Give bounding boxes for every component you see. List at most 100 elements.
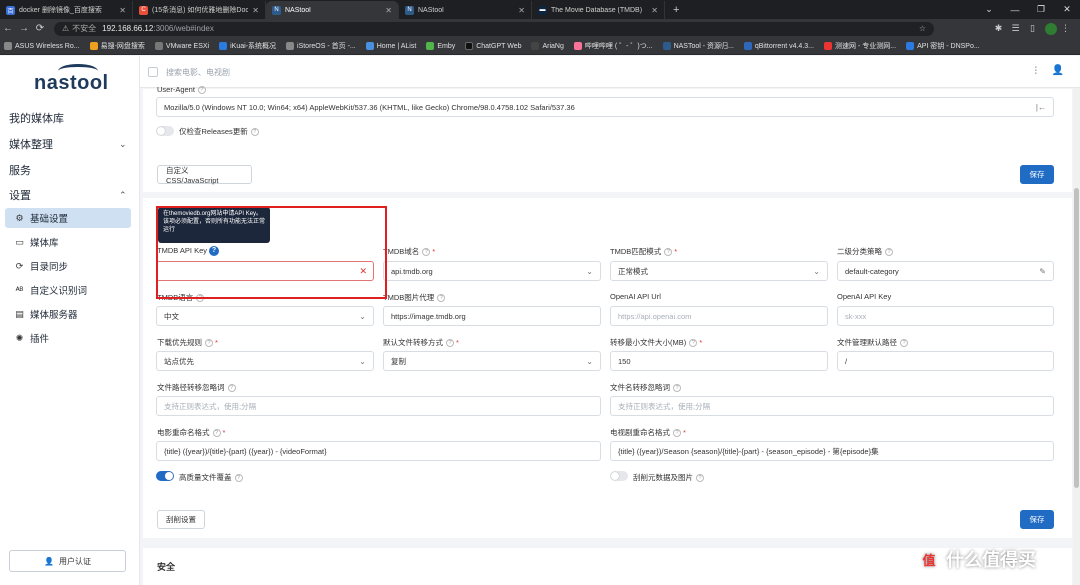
browser-tab[interactable]: ▬ The Movie Database (TMDB) ✕ xyxy=(532,1,665,19)
sidebar-item-label: 目录同步 xyxy=(30,262,69,273)
close-icon[interactable]: ✕ xyxy=(119,6,126,15)
nastool-icon: N xyxy=(405,5,414,15)
file-path-input[interactable]: / xyxy=(837,351,1054,371)
bookmark[interactable]: qBittorrent v4.4.3... xyxy=(743,42,814,50)
minimize-icon[interactable]: — xyxy=(1002,0,1028,19)
sidebar-item-library[interactable]: ▭ 媒体库 xyxy=(5,232,131,252)
reload-icon[interactable]: ⟳ xyxy=(32,23,48,34)
min-size-input[interactable]: 150 xyxy=(610,351,828,371)
bookmark-label: iKuai-系统概况 xyxy=(230,43,277,50)
releases-toggle[interactable] xyxy=(156,126,174,136)
hq-overwrite-toggle[interactable] xyxy=(156,471,174,481)
close-icon[interactable]: ✕ xyxy=(252,6,259,15)
path-ignore-input[interactable]: 支持正则表达式，使用;分隔 xyxy=(156,396,601,416)
menu-icon[interactable]: ⋮ xyxy=(1057,23,1074,35)
maximize-icon[interactable]: ❐ xyxy=(1028,0,1054,19)
star-icon[interactable]: ☆ xyxy=(919,24,926,33)
filter-icon[interactable]: ⫶ xyxy=(1035,66,1038,77)
close-icon[interactable]: ✕ xyxy=(385,6,392,15)
nav-media-manage[interactable]: 媒体整理 ⌄ xyxy=(9,136,134,152)
close-window-icon[interactable]: ✕ xyxy=(1054,0,1080,19)
openai-url-input[interactable]: https://api.openai.com xyxy=(610,306,828,326)
bookmark[interactable]: iStoreOS - 首页 -... xyxy=(286,41,356,51)
url-input[interactable]: ⚠ 不安全 192.168.66.12:3006/web#index ☆ xyxy=(54,21,934,36)
bookmark[interactable]: AriaNg xyxy=(531,42,564,50)
sync-icon: ⟳ xyxy=(15,260,24,271)
scrape-settings-button[interactable]: 刮削设置 xyxy=(157,510,205,529)
sidebar-item-dir-sync[interactable]: ⟳ 目录同步 xyxy=(5,256,131,276)
bookmark[interactable]: Home | AList xyxy=(365,42,416,50)
sidebar-item-custom-words[interactable]: ᴬᴮ 自定义识别词 xyxy=(5,280,131,300)
scrape-meta-toggle[interactable] xyxy=(610,471,628,481)
tmdb-img-input[interactable]: https://image.tmdb.org xyxy=(383,306,601,326)
movie-rename-input[interactable]: {title} ({year})/{title}-{part} ({year})… xyxy=(156,441,601,461)
close-icon[interactable]: ✕ xyxy=(518,6,525,15)
forward-icon[interactable]: → xyxy=(16,23,32,34)
tmdb-lang-select[interactable]: 中文 ⌄ xyxy=(156,306,374,326)
tmdb-domain-select[interactable]: api.tmdb.org ⌄ xyxy=(383,261,601,281)
avatar[interactable] xyxy=(1045,22,1057,35)
bookmark[interactable]: Emby xyxy=(426,42,455,50)
custom-css-button[interactable]: 自定义 CSS/JavaScript xyxy=(157,165,252,185)
logo[interactable]: nastool xyxy=(34,72,109,95)
new-tab-button[interactable]: + xyxy=(665,1,687,19)
bookmark[interactable]: NASTool - 资源归... xyxy=(662,41,734,51)
bookmark[interactable]: 哔哩哔哩 ( ゜- ゜)つ... xyxy=(573,41,653,51)
edit-icon[interactable]: ✎ xyxy=(1039,267,1046,276)
system-settings-card: User-Agent? Mozilla/5.0 (Windows NT 10.0… xyxy=(143,85,1072,192)
browser-tab[interactable]: N NAStool ✕ xyxy=(399,1,532,19)
tmdb-match-select[interactable]: 正常模式 ⌄ xyxy=(610,261,828,281)
watermark: 值什么值得买 xyxy=(918,546,1036,572)
ua-input[interactable]: Mozilla/5.0 (Windows NT 10.0; Win64; x64… xyxy=(156,97,1054,117)
profile-list-icon[interactable]: ☰ xyxy=(1007,23,1024,35)
nav-media-library[interactable]: 我的媒体库 xyxy=(9,110,64,126)
bookmark-icon xyxy=(365,42,374,50)
sidebar-item-media-server[interactable]: ▤ 媒体服务器 xyxy=(5,304,131,324)
bookmark[interactable]: VMware ESXi xyxy=(154,42,209,50)
bookmark-label: 易搜-网盘搜索 xyxy=(100,43,145,50)
search-input[interactable]: 搜索电影、电视剧 xyxy=(148,64,568,80)
tv-rename-input[interactable]: {title} ({year})/Season {season}/{title}… xyxy=(610,441,1054,461)
bookmark[interactable]: iKuai-系统概况 xyxy=(219,41,276,51)
user-icon[interactable]: 👤 xyxy=(1052,65,1064,76)
tab-label: docker 删除镜像_百度搜索 xyxy=(19,7,102,14)
scrollbar-thumb[interactable] xyxy=(1074,188,1079,488)
user-icon: 👤 xyxy=(44,556,54,566)
sidebar-item-plugins[interactable]: ✺ 插件 xyxy=(5,328,131,348)
scrollbar[interactable] xyxy=(1073,88,1080,585)
openai-key-input[interactable]: sk-xxx xyxy=(837,306,1054,326)
download-rule-select[interactable]: 站点优先 ⌄ xyxy=(156,351,374,371)
bookmark[interactable]: API 密钥 - DNSPo... xyxy=(906,41,980,51)
gear-icon: ⚙ xyxy=(15,212,24,223)
sidebar-item-label: 自定义识别词 xyxy=(30,286,88,297)
bookmark[interactable]: ASUS Wireless Ro... xyxy=(4,42,80,50)
back-icon[interactable]: ← xyxy=(0,23,16,34)
insecure-label: 不安全 xyxy=(72,24,97,33)
chevron-down-icon: ⌄ xyxy=(359,311,366,321)
transfer-mode-select[interactable]: 复制 ⌄ xyxy=(383,351,601,371)
name-ignore-input[interactable]: 支持正则表达式，使用;分隔 xyxy=(610,396,1054,416)
save-button[interactable]: 保存 xyxy=(1020,165,1054,184)
nav-services[interactable]: 服务 xyxy=(9,162,31,178)
watermark-icon: 值 xyxy=(918,548,940,570)
bookmark[interactable]: ChatGPT Web xyxy=(465,42,521,50)
user-auth-button[interactable]: 👤 用户认证 xyxy=(9,550,126,572)
bookmark[interactable]: 测速网 - 专业测网... xyxy=(824,41,896,51)
sidebar-item-label: 基础设置 xyxy=(30,214,69,225)
browser-tab-active[interactable]: N NAStool ✕ xyxy=(266,1,399,19)
bookmark[interactable]: 易搜-网盘搜索 xyxy=(89,41,145,51)
category-input[interactable]: default-category ✎ xyxy=(837,261,1054,281)
browser-tab[interactable]: C (15条消息) 如何优雅地删除Dock ✕ xyxy=(133,1,266,19)
browser-tab[interactable]: 百 docker 删除镜像_百度搜索 ✕ xyxy=(0,1,133,19)
save-button[interactable]: 保存 xyxy=(1020,510,1054,529)
collapse-icon[interactable]: |← xyxy=(1036,103,1046,112)
sidepanel-icon[interactable]: ▯ xyxy=(1024,23,1041,35)
nav-settings[interactable]: 设置 ⌃ xyxy=(9,187,134,203)
server-icon: ▤ xyxy=(15,308,24,319)
tab-search-icon[interactable]: ⌄ xyxy=(976,0,1002,19)
sidebar-item-basic-settings[interactable]: ⚙ 基础设置 xyxy=(5,208,131,228)
sidebar: nastool 我的媒体库 媒体整理 ⌄ 服务 设置 ⌃ ⚙ 基础设置 ▭ 媒体库 ⟳ 目… xyxy=(0,56,140,585)
extensions-icon[interactable]: ✱ xyxy=(990,23,1007,35)
top-header: 搜索电影、电视剧 ⫶ 👤 xyxy=(140,56,1080,88)
close-icon[interactable]: ✕ xyxy=(651,6,658,15)
